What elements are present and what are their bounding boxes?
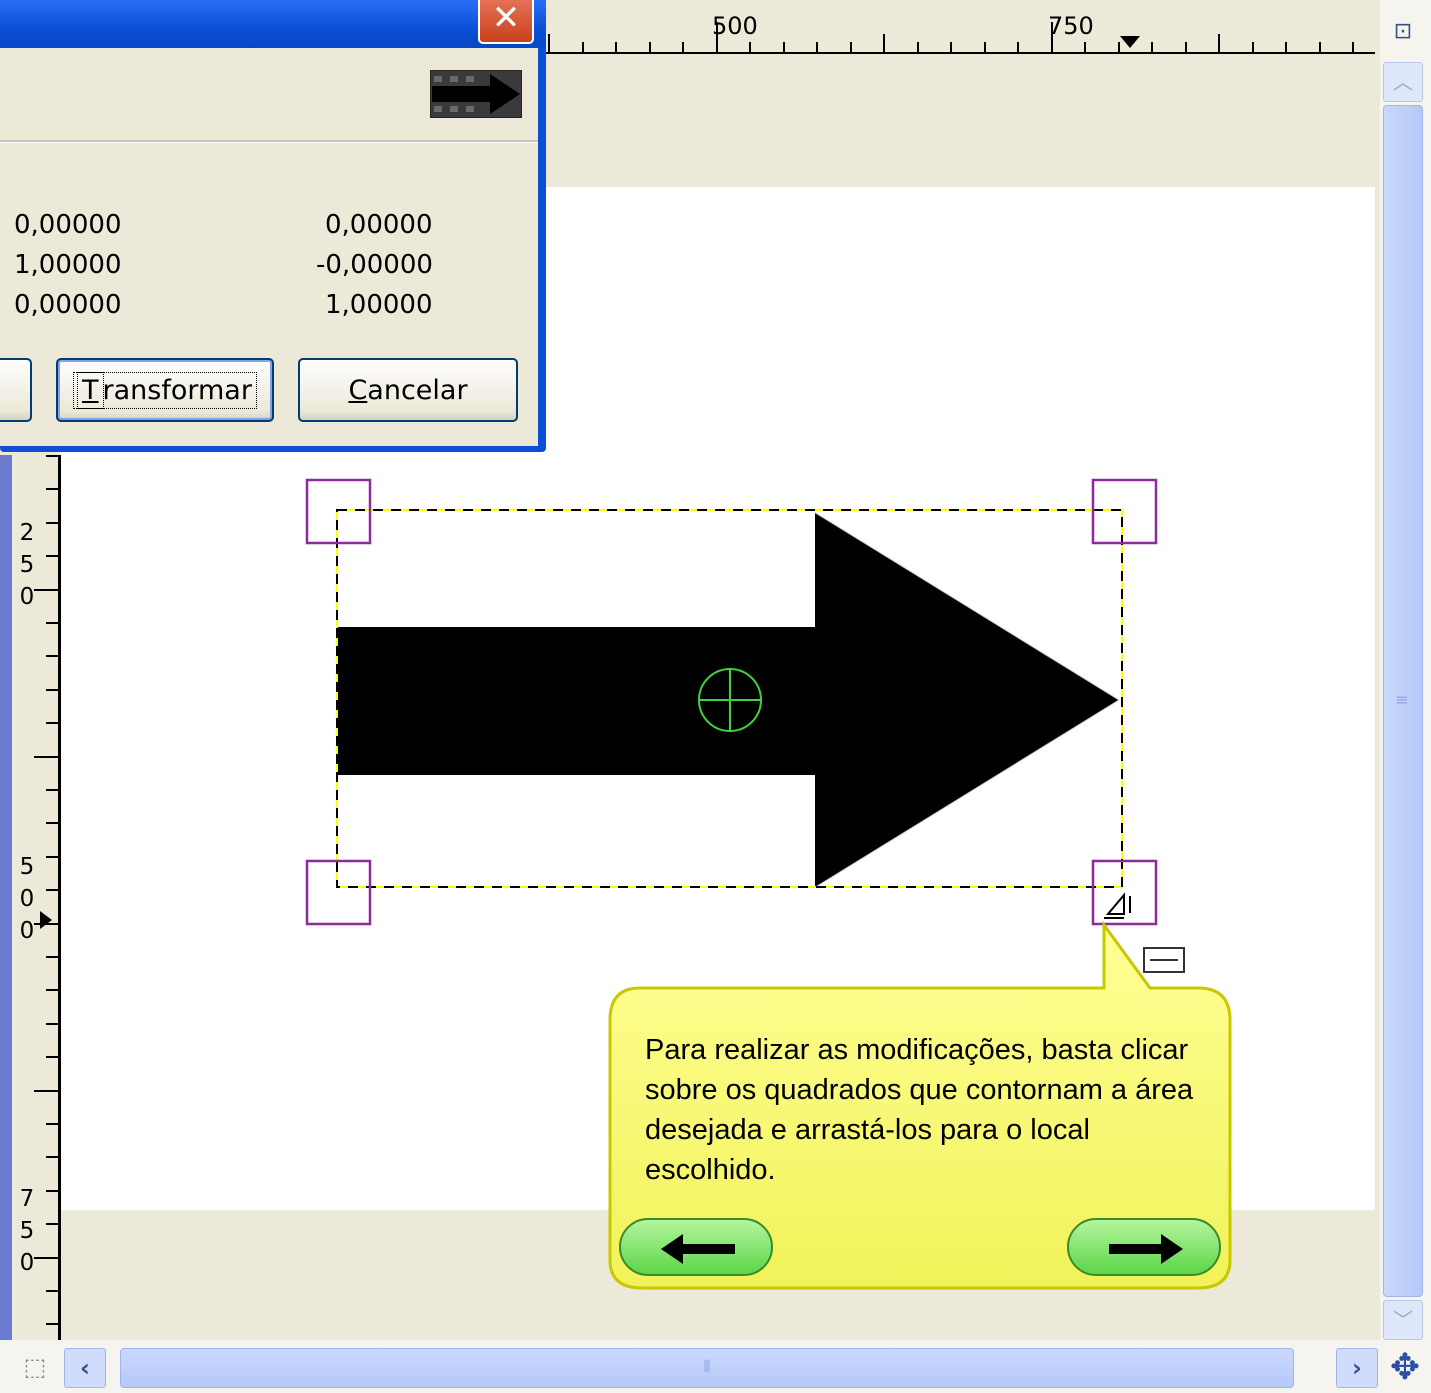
scroll-left-button[interactable]: ‹ (64, 1348, 106, 1388)
scroll-right-button[interactable]: › (1336, 1348, 1378, 1388)
cancel-button[interactable]: Cancelar (298, 358, 518, 422)
matrix-cell-2-2: 1,00000 (14, 250, 122, 280)
ruler-label-750: 750 750 (19, 1186, 35, 1276)
scroll-up-button[interactable]: ︿ (1383, 62, 1423, 102)
matrix-cell-3-3: 1,00000 (325, 290, 433, 320)
tooltip-next-button[interactable] (1067, 1218, 1221, 1276)
tooltip-text: Para realizar as modificações, basta cli… (645, 1034, 1194, 1186)
handle-top-right[interactable] (1091, 478, 1158, 545)
ruler-label-250: 250 250 (19, 520, 35, 610)
tooltip-back-button[interactable] (619, 1218, 773, 1276)
arrow-left-icon (661, 1234, 735, 1264)
grip-icon: ≡ (1395, 690, 1409, 709)
matrix-cell-3-2: 0,00000 (14, 290, 122, 320)
matrix-cell-1-3: 0,00000 (325, 210, 433, 240)
dialog-separator (0, 140, 538, 143)
grip-icon: ⦀ (703, 1357, 711, 1376)
canvas-padding-top (540, 52, 1375, 187)
printer-cursor-icon (1143, 947, 1185, 973)
horizontal-ruler: 500 750 (540, 0, 1375, 54)
center-pivot-icon[interactable] (698, 668, 762, 732)
zoom-image-icon[interactable]: ⊡ (1386, 12, 1420, 52)
dialog-titlebar[interactable] (0, 0, 546, 48)
matrix-cell-2-3: -0,00000 (316, 250, 433, 280)
handle-bottom-left[interactable] (305, 859, 372, 926)
ruler-label-500: 500 500 (19, 854, 35, 944)
pointer-position-marker-vertical (40, 911, 52, 929)
reset-button[interactable] (0, 358, 32, 422)
transform-preview[interactable] (300, 475, 1170, 935)
navigate-icon[interactable]: ✥ (1383, 1346, 1427, 1390)
ruler-label-500: 500 (712, 12, 758, 40)
arrow-preview-icon (430, 70, 522, 118)
pointer-position-marker (1120, 36, 1140, 48)
close-icon[interactable]: ✕ (478, 0, 534, 44)
arrow-right-icon (1109, 1234, 1183, 1264)
matrix-cell-1-2: 0,00000 (14, 210, 122, 240)
perspective-cursor-icon (1104, 892, 1131, 919)
vertical-ruler: 250 250 500 500 750 750 (0, 455, 61, 1340)
quick-mask-icon[interactable]: ⬚ (18, 1352, 52, 1382)
ruler-label-750: 750 (1048, 12, 1094, 40)
window-edge (0, 455, 12, 1340)
scroll-down-button[interactable]: ﹀ (1383, 1300, 1423, 1340)
transform-button[interactable]: Transformar (56, 358, 274, 422)
transform-dialog: ✕ 0,00000 0,00000 1,00000 -0,00000 0,000… (0, 0, 546, 452)
handle-top-left[interactable] (305, 478, 372, 545)
